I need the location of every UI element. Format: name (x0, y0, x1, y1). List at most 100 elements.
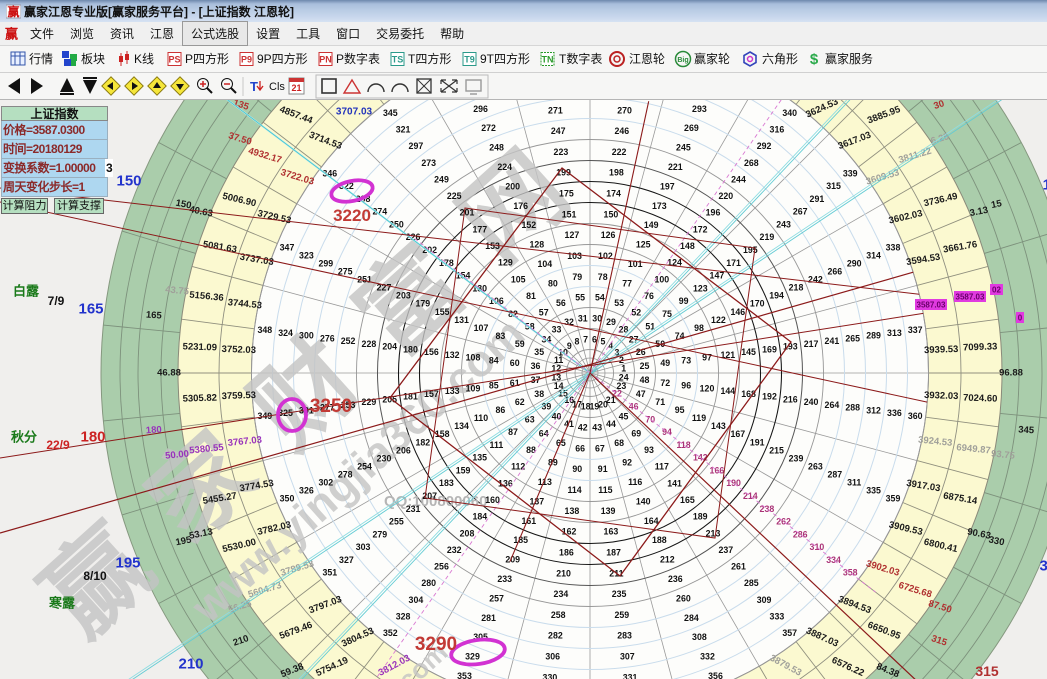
svg-text:180: 180 (80, 429, 105, 446)
svg-text:254: 254 (357, 461, 372, 471)
svg-text:112: 112 (511, 462, 525, 472)
svg-text:316: 316 (770, 124, 785, 134)
svg-text:350: 350 (280, 494, 295, 504)
svg-text:115: 115 (598, 485, 612, 495)
svg-text:265: 265 (845, 333, 860, 343)
svg-text:261: 261 (731, 562, 746, 572)
svg-text:241: 241 (825, 336, 840, 346)
svg-text:160: 160 (485, 495, 500, 505)
svg-text:126: 126 (601, 230, 616, 240)
svg-text:290: 290 (847, 259, 862, 269)
svg-text:57: 57 (539, 308, 549, 318)
svg-text:P数字表: P数字表 (336, 51, 380, 66)
svg-text:116: 116 (628, 477, 642, 487)
svg-text:348: 348 (257, 325, 272, 335)
svg-text:118: 118 (676, 440, 690, 450)
svg-text:176: 176 (513, 201, 528, 211)
svg-text:247: 247 (551, 126, 566, 136)
svg-text:308: 308 (692, 632, 707, 642)
svg-text:赢家服务: 赢家服务 (825, 51, 873, 66)
svg-text:206: 206 (396, 445, 411, 455)
svg-text:164: 164 (644, 516, 659, 526)
svg-text:196: 196 (706, 208, 721, 218)
svg-text:67: 67 (595, 443, 605, 453)
svg-text:246: 246 (614, 126, 629, 136)
svg-text:314: 314 (866, 251, 881, 261)
svg-text:229: 229 (362, 397, 377, 407)
svg-text:179: 179 (415, 299, 430, 309)
svg-text:257: 257 (489, 593, 504, 603)
svg-text:331: 331 (623, 672, 638, 679)
svg-text:行情: 行情 (29, 52, 53, 66)
svg-text:128: 128 (529, 240, 544, 250)
svg-text:357: 357 (782, 628, 797, 638)
svg-text:358: 358 (843, 568, 858, 578)
svg-text:286: 286 (793, 529, 808, 539)
svg-text:49: 49 (660, 358, 670, 368)
svg-text:293: 293 (692, 104, 707, 114)
svg-text:72: 72 (660, 378, 670, 388)
svg-text:327: 327 (339, 555, 354, 565)
svg-text:339: 339 (843, 168, 858, 178)
svg-text:197: 197 (660, 181, 675, 191)
svg-text:165: 165 (146, 310, 163, 322)
svg-text:262: 262 (776, 517, 791, 527)
svg-text:52: 52 (631, 308, 641, 318)
svg-text:35: 35 (534, 347, 544, 357)
svg-text:244: 244 (731, 174, 746, 184)
svg-text:345: 345 (383, 108, 398, 118)
svg-text:寒露: 寒露 (48, 596, 76, 611)
svg-text:307: 307 (620, 652, 635, 662)
svg-text:95: 95 (675, 405, 685, 415)
svg-text:36: 36 (531, 361, 541, 371)
svg-text:360: 360 (908, 411, 923, 421)
svg-text:150: 150 (604, 209, 619, 219)
svg-text:177: 177 (472, 224, 487, 234)
svg-text:71: 71 (655, 397, 665, 407)
svg-text:$: $ (810, 51, 819, 68)
svg-text:214: 214 (743, 491, 758, 501)
svg-text:83: 83 (496, 331, 506, 341)
svg-text:144: 144 (720, 386, 735, 396)
svg-text:02: 02 (992, 286, 1001, 295)
svg-text:202: 202 (422, 245, 437, 255)
svg-text:252: 252 (341, 336, 356, 346)
svg-text:315: 315 (975, 663, 999, 679)
svg-text:345: 345 (1018, 424, 1035, 436)
svg-text:303: 303 (356, 542, 371, 552)
svg-text:47: 47 (636, 389, 646, 399)
svg-text:127: 127 (565, 230, 580, 240)
svg-text:T数字表: T数字表 (559, 51, 602, 66)
svg-text:329: 329 (465, 652, 480, 662)
svg-text:272: 272 (481, 123, 496, 133)
svg-text:337: 337 (908, 325, 923, 335)
svg-text:223: 223 (554, 147, 569, 157)
svg-text:41: 41 (564, 419, 574, 429)
svg-text:288: 288 (845, 403, 860, 413)
svg-text:22/9: 22/9 (46, 438, 70, 452)
svg-text:23: 23 (617, 381, 627, 391)
svg-text:235: 235 (612, 589, 627, 599)
svg-text:91: 91 (598, 464, 608, 474)
svg-text:120: 120 (700, 383, 715, 393)
svg-text:62: 62 (515, 397, 525, 407)
svg-text:340: 340 (782, 108, 797, 118)
svg-text:222: 222 (612, 147, 627, 157)
svg-text:146: 146 (730, 307, 745, 317)
svg-text:96: 96 (681, 381, 691, 391)
svg-text:300: 300 (299, 331, 314, 341)
svg-text:351: 351 (322, 568, 337, 578)
svg-text:88: 88 (526, 445, 536, 455)
svg-text:255: 255 (389, 517, 404, 527)
svg-text:159: 159 (456, 465, 471, 475)
svg-text:5305.82: 5305.82 (182, 393, 217, 405)
svg-text:163: 163 (604, 527, 619, 537)
svg-text:Cls: Cls (269, 81, 285, 93)
svg-text:271: 271 (548, 105, 563, 115)
svg-text:7: 7 (583, 334, 588, 344)
svg-text:TS: TS (392, 54, 404, 64)
svg-text:212: 212 (660, 555, 675, 565)
svg-text:131: 131 (454, 315, 469, 325)
svg-text:117: 117 (655, 462, 669, 472)
svg-text:149: 149 (644, 220, 659, 230)
